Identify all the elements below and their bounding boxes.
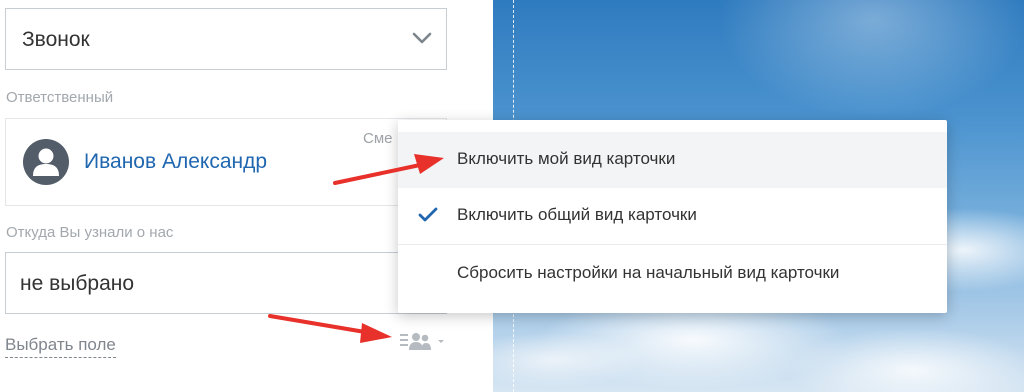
responsible-label: Ответственный [6,89,114,106]
menu-item-label: Включить мой вид карточки [457,149,676,168]
menu-item-enable-my-view[interactable]: Включить мой вид карточки [398,132,947,188]
source-select-value: не выбрано [20,272,135,295]
type-select-value: Звонок [22,28,90,51]
responsible-name-link[interactable]: Иванов Александр [84,150,267,174]
choose-field-link[interactable]: Выбрать поле [5,335,116,358]
menu-item-label: Включить общий вид карточки [457,205,697,224]
menu-item-reset-view[interactable]: Сбросить настройки на начальный вид карт… [398,245,947,301]
change-responsible-link[interactable]: Сме [363,130,393,147]
users-settings-icon[interactable] [398,331,448,353]
menu-item-enable-common-view[interactable]: Включить общий вид карточки [398,188,947,244]
checkmark-icon [418,207,438,222]
source-select[interactable]: не выбрано [5,252,447,314]
type-select[interactable]: Звонок [5,8,447,70]
chevron-down-icon [412,32,432,44]
user-avatar-icon [23,139,69,185]
card-view-menu: Включить мой вид карточки Включить общий… [398,120,947,313]
menu-item-label: Сбросить настройки на начальный вид карт… [457,263,840,282]
responsible-field: Иванов Александр Сме [5,118,447,206]
source-label: Откуда Вы узнали о нас [6,224,174,241]
